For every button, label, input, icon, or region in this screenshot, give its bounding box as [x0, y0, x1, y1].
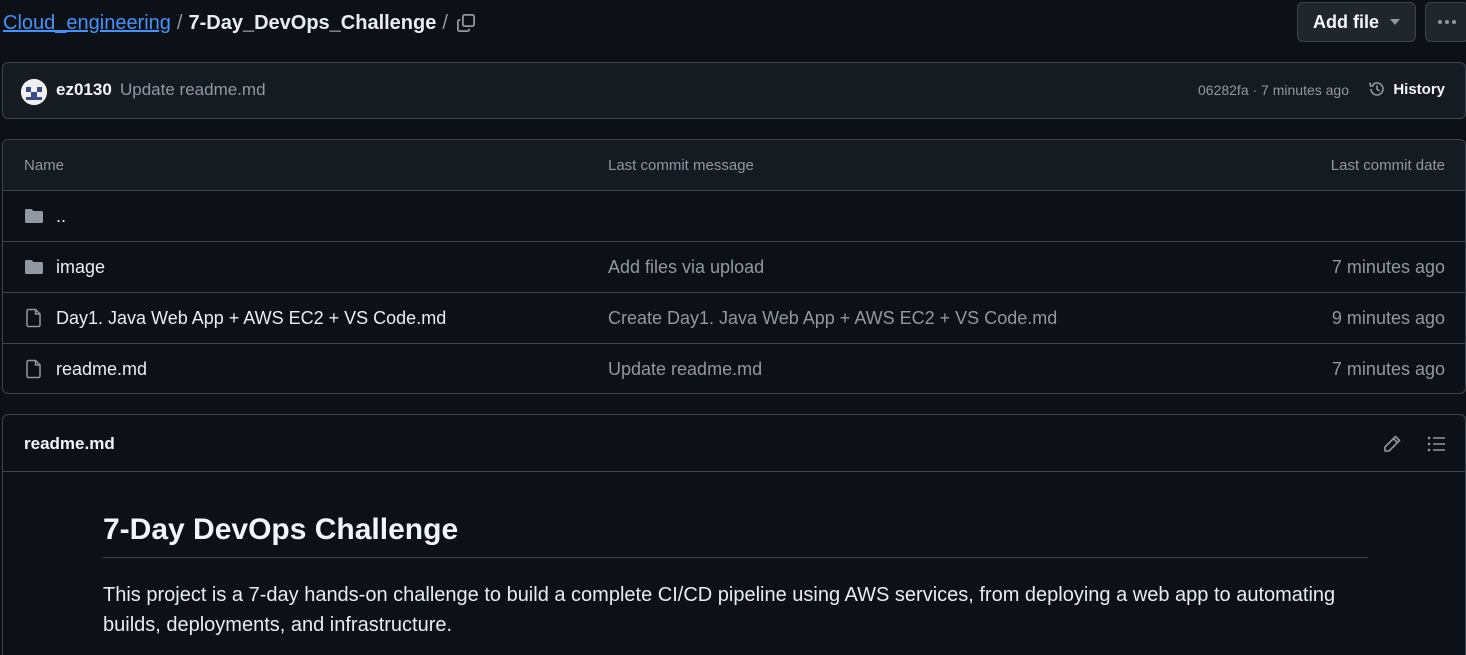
page-header: Cloud_engineering / 7-Day_DevOps_Challen…	[0, 0, 1466, 46]
folder-icon	[25, 209, 43, 223]
column-header-date: Last commit date	[1330, 157, 1445, 174]
breadcrumb-trailing-separator: /	[442, 12, 448, 34]
column-header-name: Name	[24, 157, 65, 174]
add-file-label: Add file	[1313, 11, 1379, 32]
file-name-link[interactable]: Day1. Java Web App + AWS EC2 + VS Code.m…	[56, 308, 446, 329]
commit-message-link[interactable]: Update readme.md	[120, 80, 266, 100]
outline-button[interactable]	[1425, 433, 1447, 455]
breadcrumb-parent-link[interactable]: Cloud_engineering	[3, 9, 171, 37]
avatar[interactable]	[21, 79, 47, 105]
commit-date: 7 minutes ago	[1331, 257, 1445, 277]
latest-commit-bar: ez0130 Update readme.md 06282fa · 7 minu…	[2, 62, 1466, 119]
commit-date: 9 minutes ago	[1331, 308, 1445, 328]
identicon-icon	[21, 79, 47, 105]
pencil-icon	[1384, 435, 1401, 452]
table-row[interactable]: image Add files via upload 7 minutes ago	[3, 242, 1465, 293]
breadcrumb-current: 7-Day_DevOps_Challenge	[188, 12, 437, 34]
history-icon	[1369, 82, 1385, 96]
table-row[interactable]: Day1. Java Web App + AWS EC2 + VS Code.m…	[3, 293, 1465, 344]
history-button[interactable]: History	[1367, 79, 1445, 99]
readme-header: readme.md	[3, 415, 1465, 472]
table-header: Name Last commit message Last commit dat…	[3, 140, 1465, 191]
edit-file-button[interactable]	[1381, 433, 1403, 455]
readme-filename-tab[interactable]: readme.md	[24, 434, 115, 454]
file-table: Name Last commit message Last commit dat…	[2, 139, 1466, 394]
commit-message-link[interactable]: Update readme.md	[608, 359, 762, 380]
breadcrumb: Cloud_engineering / 7-Day_DevOps_Challen…	[3, 9, 454, 37]
list-unordered-icon	[1427, 436, 1445, 452]
file-name-link[interactable]: ..	[56, 206, 66, 227]
caret-down-icon	[1390, 19, 1400, 25]
readme-heading: 7-Day DevOps Challenge	[103, 513, 1368, 558]
copy-path-button[interactable]	[452, 9, 480, 37]
breadcrumb-separator: /	[176, 12, 183, 34]
add-file-button[interactable]: Add file	[1297, 2, 1416, 42]
repo-directory-page: Cloud_engineering / 7-Day_DevOps_Challen…	[0, 0, 1466, 655]
readme-paragraph: This project is a 7-day hands-on challen…	[103, 584, 1336, 636]
copy-icon	[457, 14, 475, 32]
file-name-link[interactable]: readme.md	[56, 359, 147, 380]
commit-author-link[interactable]: ez0130	[56, 80, 112, 100]
table-row-parent-directory[interactable]: ..	[3, 191, 1465, 242]
table-row[interactable]: readme.md Update readme.md 7 minutes ago	[3, 344, 1465, 393]
file-icon	[26, 359, 41, 379]
commit-message-link[interactable]: Create Day1. Java Web App + AWS EC2 + VS…	[608, 308, 1057, 329]
file-icon	[26, 308, 41, 328]
column-header-message: Last commit message	[608, 157, 754, 174]
kebab-horizontal-icon	[1438, 20, 1456, 24]
file-name-link[interactable]: image	[56, 257, 105, 278]
commit-message-link[interactable]: Add files via upload	[608, 257, 764, 278]
commit-date: 7 minutes ago	[1331, 359, 1445, 379]
readme-panel: readme.md 7-Day DevOps Challenge This pr…	[2, 414, 1466, 655]
readme-content: 7-Day DevOps Challenge This project is a…	[103, 513, 1368, 640]
commit-hash-time[interactable]: 06282fa · 7 minutes ago	[1198, 82, 1349, 98]
history-label: History	[1393, 80, 1445, 98]
more-options-button[interactable]	[1425, 2, 1466, 42]
folder-icon	[25, 260, 43, 274]
